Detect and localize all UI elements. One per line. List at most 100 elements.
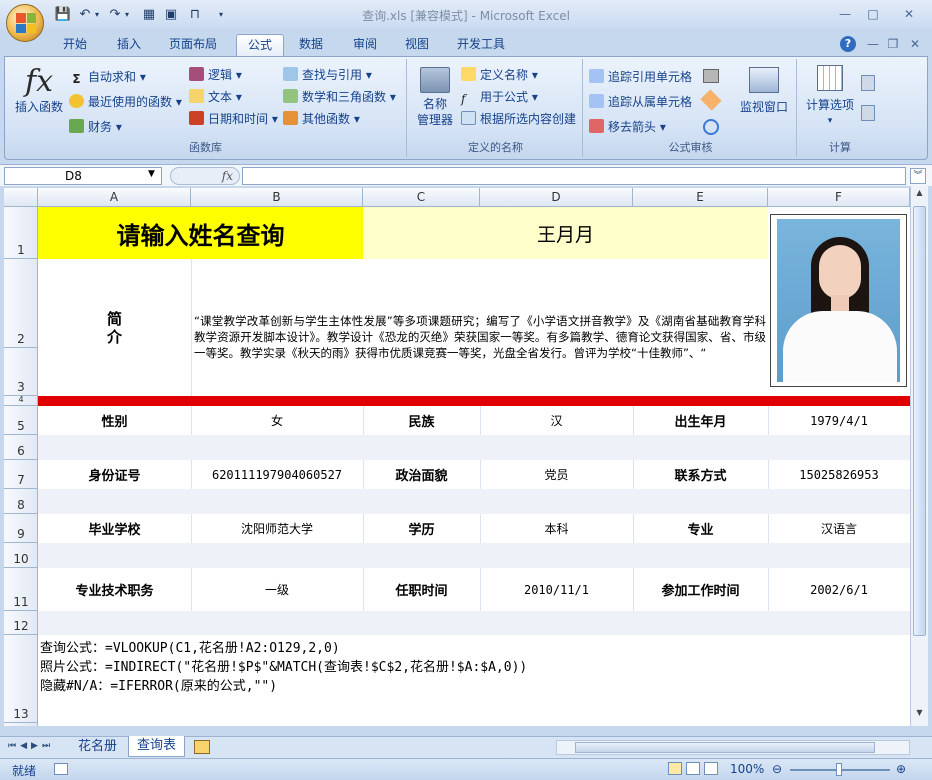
scroll-up-icon[interactable]: ▲ xyxy=(912,188,927,202)
zoom-in-icon[interactable]: ⊕ xyxy=(896,762,906,776)
query-name-cell[interactable]: 王月月 xyxy=(363,207,768,259)
row-header[interactable]: 4 xyxy=(4,395,38,406)
watch-window-button[interactable]: 监视窗口 xyxy=(735,67,793,127)
undo-dropdown-icon[interactable]: ▾ xyxy=(92,6,102,24)
autosum-button[interactable]: Σ 自动求和 ▾ xyxy=(69,69,145,86)
ribbon-close-button[interactable]: ✕ xyxy=(906,36,924,52)
row-header[interactable]: 12 xyxy=(4,611,38,635)
sheet-tab-roster[interactable]: 花名册 xyxy=(70,737,125,757)
value-political-status[interactable]: 党员 xyxy=(480,460,633,489)
tab-data[interactable]: 数据 xyxy=(288,34,334,56)
datetime-button[interactable]: 日期和时间 ▾ xyxy=(189,111,278,127)
formula-input[interactable] xyxy=(242,167,906,185)
horizontal-scrollbar[interactable] xyxy=(556,740,910,755)
tab-view[interactable]: 视图 xyxy=(394,34,440,56)
show-formulas-icon[interactable] xyxy=(703,69,719,83)
expand-formula-bar-icon[interactable]: ︾ xyxy=(910,168,926,184)
close-button[interactable]: ✕ xyxy=(900,6,918,22)
calculate-now-icon[interactable] xyxy=(861,75,875,91)
define-name-button[interactable]: 定义名称 ▾ xyxy=(461,67,538,83)
minimize-button[interactable]: — xyxy=(836,6,854,22)
tab-formulas[interactable]: 公式 xyxy=(236,34,285,56)
calculate-sheet-icon[interactable] xyxy=(861,105,875,121)
row-header[interactable]: 5 xyxy=(4,406,38,435)
label-professional-title[interactable]: 专业技术职务 xyxy=(38,568,191,611)
evaluate-formula-icon[interactable] xyxy=(703,119,719,135)
text-functions-button[interactable]: 文本 ▾ xyxy=(189,89,242,105)
row-header[interactable]: 1 xyxy=(4,207,38,259)
label-gender[interactable]: 性别 xyxy=(38,406,191,435)
row-header[interactable]: 11 xyxy=(4,568,38,611)
zoom-slider-handle[interactable] xyxy=(836,763,842,776)
filter-icon[interactable]: ⊓ xyxy=(186,6,204,24)
name-box-dropdown-icon[interactable]: ▼ xyxy=(148,169,155,179)
tab-review[interactable]: 审阅 xyxy=(342,34,388,56)
scroll-thumb[interactable] xyxy=(913,206,926,636)
row-header[interactable]: 10 xyxy=(4,543,38,568)
financial-button[interactable]: 财务 ▾ xyxy=(69,119,122,135)
value-birthdate[interactable]: 1979/4/1 xyxy=(768,406,910,435)
sheet-tab-query[interactable]: 查询表 xyxy=(128,736,186,757)
redo-dropdown-icon[interactable]: ▾ xyxy=(122,6,132,24)
scroll-down-icon[interactable]: ▼ xyxy=(912,708,927,722)
label-education[interactable]: 学历 xyxy=(363,514,480,543)
value-education[interactable]: 本科 xyxy=(480,514,633,543)
column-header-a[interactable]: A xyxy=(38,188,191,207)
ribbon-minimize-button[interactable]: — xyxy=(864,36,882,52)
row-header[interactable]: 2 xyxy=(4,259,38,348)
row-header[interactable]: 3 xyxy=(4,348,38,396)
row-header[interactable]: 7 xyxy=(4,460,38,489)
value-id-number[interactable]: 620111197904060527 xyxy=(191,460,363,489)
column-header-f[interactable]: F xyxy=(768,188,910,207)
column-header-d[interactable]: D xyxy=(480,188,633,207)
value-ethnicity[interactable]: 汉 xyxy=(480,406,633,435)
recent-functions-button[interactable]: 最近使用的函数 ▾ xyxy=(69,94,182,110)
row-header[interactable]: 13 xyxy=(4,635,38,723)
insert-sheet-icon[interactable] xyxy=(194,740,210,754)
name-box[interactable]: D8 xyxy=(4,167,162,185)
customize-qat-icon[interactable]: ▾ xyxy=(216,6,226,24)
value-work-start-date[interactable]: 2002/6/1 xyxy=(768,568,910,611)
profile-photo[interactable] xyxy=(770,214,907,387)
label-birthdate[interactable]: 出生年月 xyxy=(633,406,768,435)
row-header[interactable]: 9 xyxy=(4,514,38,543)
save-icon[interactable]: 💾 xyxy=(54,6,72,24)
tab-home[interactable]: 开始 xyxy=(52,34,98,56)
page-layout-view-icon[interactable] xyxy=(686,762,700,775)
label-appointment-date[interactable]: 任职时间 xyxy=(363,568,480,611)
help-icon[interactable]: ? xyxy=(840,36,856,52)
ribbon-restore-button[interactable]: ❐ xyxy=(884,36,902,52)
form-icon[interactable]: ▦ xyxy=(140,6,158,24)
insert-function-fx-button[interactable]: fx xyxy=(170,167,240,185)
zoom-level[interactable]: 100% xyxy=(730,762,764,776)
label-political-status[interactable]: 政治面貌 xyxy=(363,460,480,489)
formula-notes-cell[interactable]: 查询公式：=VLOOKUP(C1,花名册!A2:O129,2,0) 照片公式：=… xyxy=(40,639,900,696)
intro-text-cell[interactable]: “课堂教学改革创新与学生主体性发展”等多项课题研究；编写了《小学语文拼音教学》及… xyxy=(194,313,766,361)
office-button[interactable] xyxy=(6,4,44,42)
horizontal-scroll-thumb[interactable] xyxy=(575,742,875,753)
maximize-button[interactable]: □ xyxy=(864,6,882,22)
camera-icon[interactable]: ▣ xyxy=(162,6,180,24)
value-major[interactable]: 汉语言 xyxy=(768,514,910,543)
label-major[interactable]: 专业 xyxy=(633,514,768,543)
create-from-selection-button[interactable]: 根据所选内容创建 xyxy=(461,111,576,127)
normal-view-icon[interactable] xyxy=(668,762,682,775)
more-functions-button[interactable]: 其他函数 ▾ xyxy=(283,111,360,127)
sheet-nav-icons[interactable]: ⏮◀▶⏭ xyxy=(8,741,54,751)
lookup-reference-button[interactable]: 查找与引用 ▾ xyxy=(283,67,372,83)
value-contact[interactable]: 15025826953 xyxy=(768,460,910,489)
column-header-e[interactable]: E xyxy=(633,188,768,207)
value-gender[interactable]: 女 xyxy=(191,406,363,435)
tab-developer[interactable]: 开发工具 xyxy=(446,34,516,56)
insert-function-button[interactable]: fx 插入函数 xyxy=(9,65,69,121)
logical-button[interactable]: 逻辑 ▾ xyxy=(189,67,242,83)
tab-page-layout[interactable]: 页面布局 xyxy=(158,34,228,56)
vertical-scrollbar[interactable]: ▲ ▼ xyxy=(910,186,928,726)
label-contact[interactable]: 联系方式 xyxy=(633,460,768,489)
error-checking-icon[interactable] xyxy=(700,89,722,111)
trace-precedents-button[interactable]: 追踪引用单元格 xyxy=(589,69,692,85)
select-all-corner[interactable] xyxy=(4,188,38,207)
query-title-cell[interactable]: 请输入姓名查询 xyxy=(38,207,363,259)
row-header[interactable]: 14 xyxy=(4,723,38,726)
name-manager-button[interactable]: 名称 管理器 xyxy=(413,67,457,133)
